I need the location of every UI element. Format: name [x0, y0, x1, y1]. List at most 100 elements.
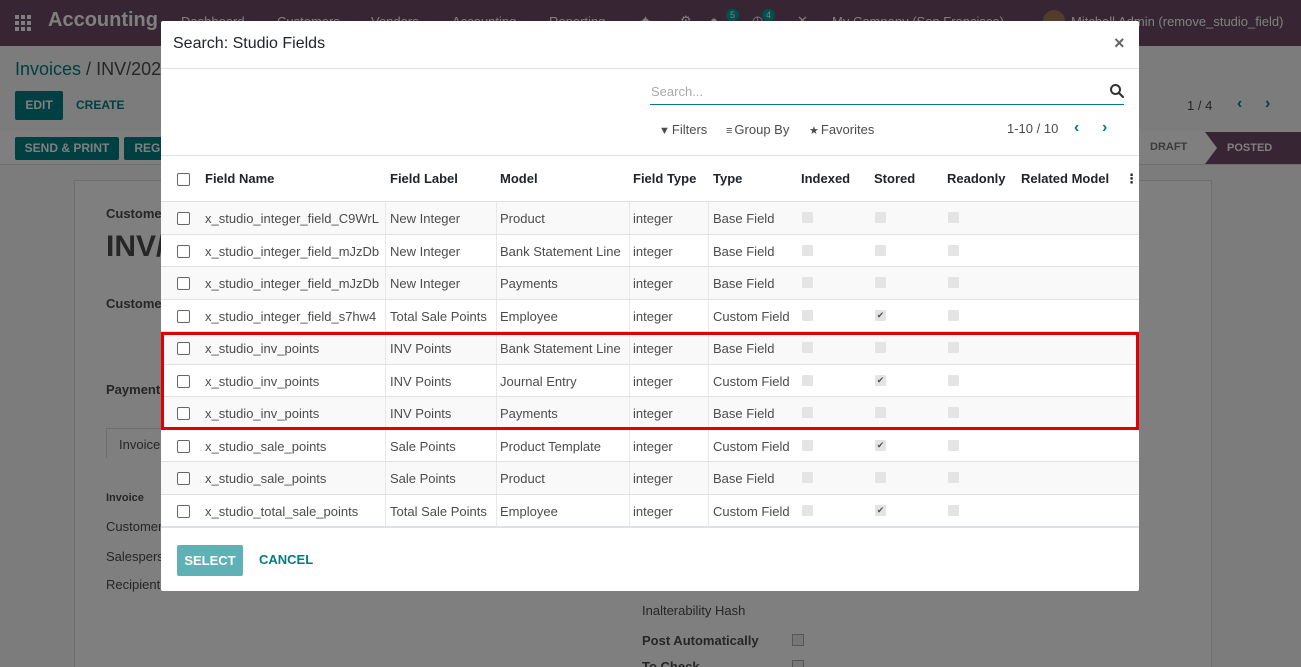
- column-separator: [708, 202, 709, 234]
- indexed-checkbox: [802, 504, 813, 516]
- column-separator: [496, 267, 497, 299]
- row-checkbox[interactable]: [177, 212, 190, 225]
- column-separator: [629, 234, 630, 266]
- cell-field-type: integer: [633, 471, 673, 486]
- indexed-checkbox: [802, 439, 813, 451]
- table-row[interactable]: x_studio_integer_field_mJzDb New Integer B…: [161, 234, 1139, 267]
- cell-field-name: x_studio_sale_points: [205, 471, 327, 486]
- column-field-name[interactable]: Field Name: [205, 171, 274, 186]
- cell-model: Employee: [500, 503, 558, 519]
- table-row[interactable]: x_studio_total_sale_points Total Sale Poi…: [161, 494, 1139, 527]
- row-checkbox[interactable]: [177, 309, 190, 323]
- stored-checkbox: [875, 212, 886, 223]
- search-bar: [650, 79, 1125, 105]
- cell-field-label: New Integer: [390, 243, 461, 259]
- indexed-checkbox: [802, 212, 813, 223]
- close-icon[interactable]: ×: [1114, 33, 1125, 54]
- indexed-checkbox: [802, 277, 813, 288]
- cell-field-label: New Integer: [390, 211, 461, 226]
- highlight-box: [161, 332, 1139, 430]
- column-field-label[interactable]: Field Label: [390, 171, 458, 186]
- table-row[interactable]: x_studio_integer_field_C9WrL New Integer P…: [161, 202, 1139, 235]
- cell-type: Custom Field: [713, 438, 790, 454]
- column-separator: [629, 299, 630, 331]
- column-separator: [708, 462, 709, 494]
- dialog-pager-value[interactable]: 1-10 / 10: [1007, 121, 1058, 136]
- cell-field-label: New Integer: [390, 276, 461, 291]
- chevron-right-icon[interactable]: ›: [1102, 119, 1107, 137]
- row-checkbox[interactable]: [177, 244, 190, 258]
- cell-field-name: x_studio_integer_field_mJzDb: [205, 276, 380, 291]
- cell-model: Payments: [500, 276, 558, 291]
- cell-field-name: x_studio_integer_field_C9WrL: [205, 211, 379, 226]
- cell-model: Bank Statement Line: [500, 243, 621, 259]
- favorites-dropdown[interactable]: ★ Favorites: [809, 122, 874, 137]
- filters-dropdown[interactable]: ▼ Filters: [659, 122, 707, 137]
- column-separator: [385, 267, 386, 299]
- row-checkbox[interactable]: [177, 277, 190, 290]
- column-separator: [496, 462, 497, 494]
- column-separator: [629, 429, 630, 461]
- readonly-checkbox: [948, 504, 959, 516]
- cancel-button[interactable]: CANCEL: [259, 552, 313, 567]
- table-row[interactable]: x_studio_sale_points Sale Points Product in…: [161, 462, 1139, 495]
- cell-model: Product: [500, 211, 545, 226]
- column-separator: [708, 267, 709, 299]
- table-row[interactable]: x_studio_integer_field_s7hw4 Total Sale P…: [161, 299, 1139, 332]
- stored-checkbox: [875, 277, 886, 288]
- chevron-left-icon[interactable]: ‹: [1074, 119, 1079, 137]
- cell-field-label: Sale Points: [390, 438, 456, 454]
- column-type[interactable]: Type: [713, 171, 742, 186]
- readonly-checkbox: [948, 439, 959, 451]
- search-icon[interactable]: [1109, 83, 1125, 99]
- column-separator: [708, 429, 709, 461]
- row-checkbox[interactable]: [177, 472, 190, 485]
- cell-field-type: integer: [633, 211, 673, 226]
- cell-model: Product: [500, 471, 545, 486]
- cell-field-label: Sale Points: [390, 471, 456, 486]
- indexed-checkbox: [802, 472, 813, 483]
- column-separator: [496, 234, 497, 266]
- optional-columns-icon[interactable]: ⋮: [1125, 171, 1138, 187]
- cell-field-name: x_studio_sale_points: [205, 438, 327, 454]
- dialog-header: Search: Studio Fields ×: [161, 21, 1139, 69]
- table-header: Field Name Field Label Model Field Type …: [161, 156, 1139, 202]
- cell-field-type: integer: [633, 243, 673, 259]
- column-separator: [385, 299, 386, 331]
- cell-field-type: integer: [633, 276, 673, 291]
- column-separator: [629, 462, 630, 494]
- column-separator: [496, 494, 497, 526]
- row-checkbox[interactable]: [177, 504, 190, 518]
- cell-type: Base Field: [713, 243, 775, 259]
- column-separator: [496, 299, 497, 331]
- select-button[interactable]: SELECT: [177, 545, 243, 576]
- column-separator: [629, 202, 630, 234]
- readonly-checkbox: [948, 212, 959, 223]
- cell-field-label: Total Sale Points: [390, 308, 487, 324]
- stored-checkbox: [875, 472, 886, 483]
- table-row[interactable]: x_studio_sale_points Sale Points Product T…: [161, 429, 1139, 462]
- column-separator: [496, 429, 497, 461]
- readonly-checkbox: [948, 277, 959, 288]
- column-separator: [385, 494, 386, 526]
- cell-model: Employee: [500, 308, 558, 324]
- group-by-dropdown[interactable]: ≡ Group By: [726, 122, 789, 137]
- cell-type: Base Field: [713, 471, 775, 486]
- column-separator: [629, 494, 630, 526]
- stored-checkbox: ✔: [875, 504, 886, 516]
- readonly-checkbox: [948, 244, 959, 256]
- column-related-model[interactable]: Related Model: [1021, 171, 1109, 186]
- column-model[interactable]: Model: [500, 171, 538, 186]
- column-readonly[interactable]: Readonly: [947, 171, 1006, 186]
- column-indexed[interactable]: Indexed: [801, 171, 850, 186]
- column-stored[interactable]: Stored: [874, 171, 915, 186]
- search-input[interactable]: [650, 79, 1100, 103]
- dialog-footer: SELECT CANCEL: [161, 527, 1139, 591]
- cell-type: Base Field: [713, 211, 775, 226]
- row-checkbox[interactable]: [177, 439, 190, 453]
- table-row[interactable]: x_studio_integer_field_mJzDb New Integer P…: [161, 267, 1139, 300]
- cell-field-type: integer: [633, 503, 673, 519]
- cell-type: Custom Field: [713, 503, 790, 519]
- select-all-checkbox[interactable]: [177, 173, 190, 186]
- column-field-type[interactable]: Field Type: [633, 171, 696, 186]
